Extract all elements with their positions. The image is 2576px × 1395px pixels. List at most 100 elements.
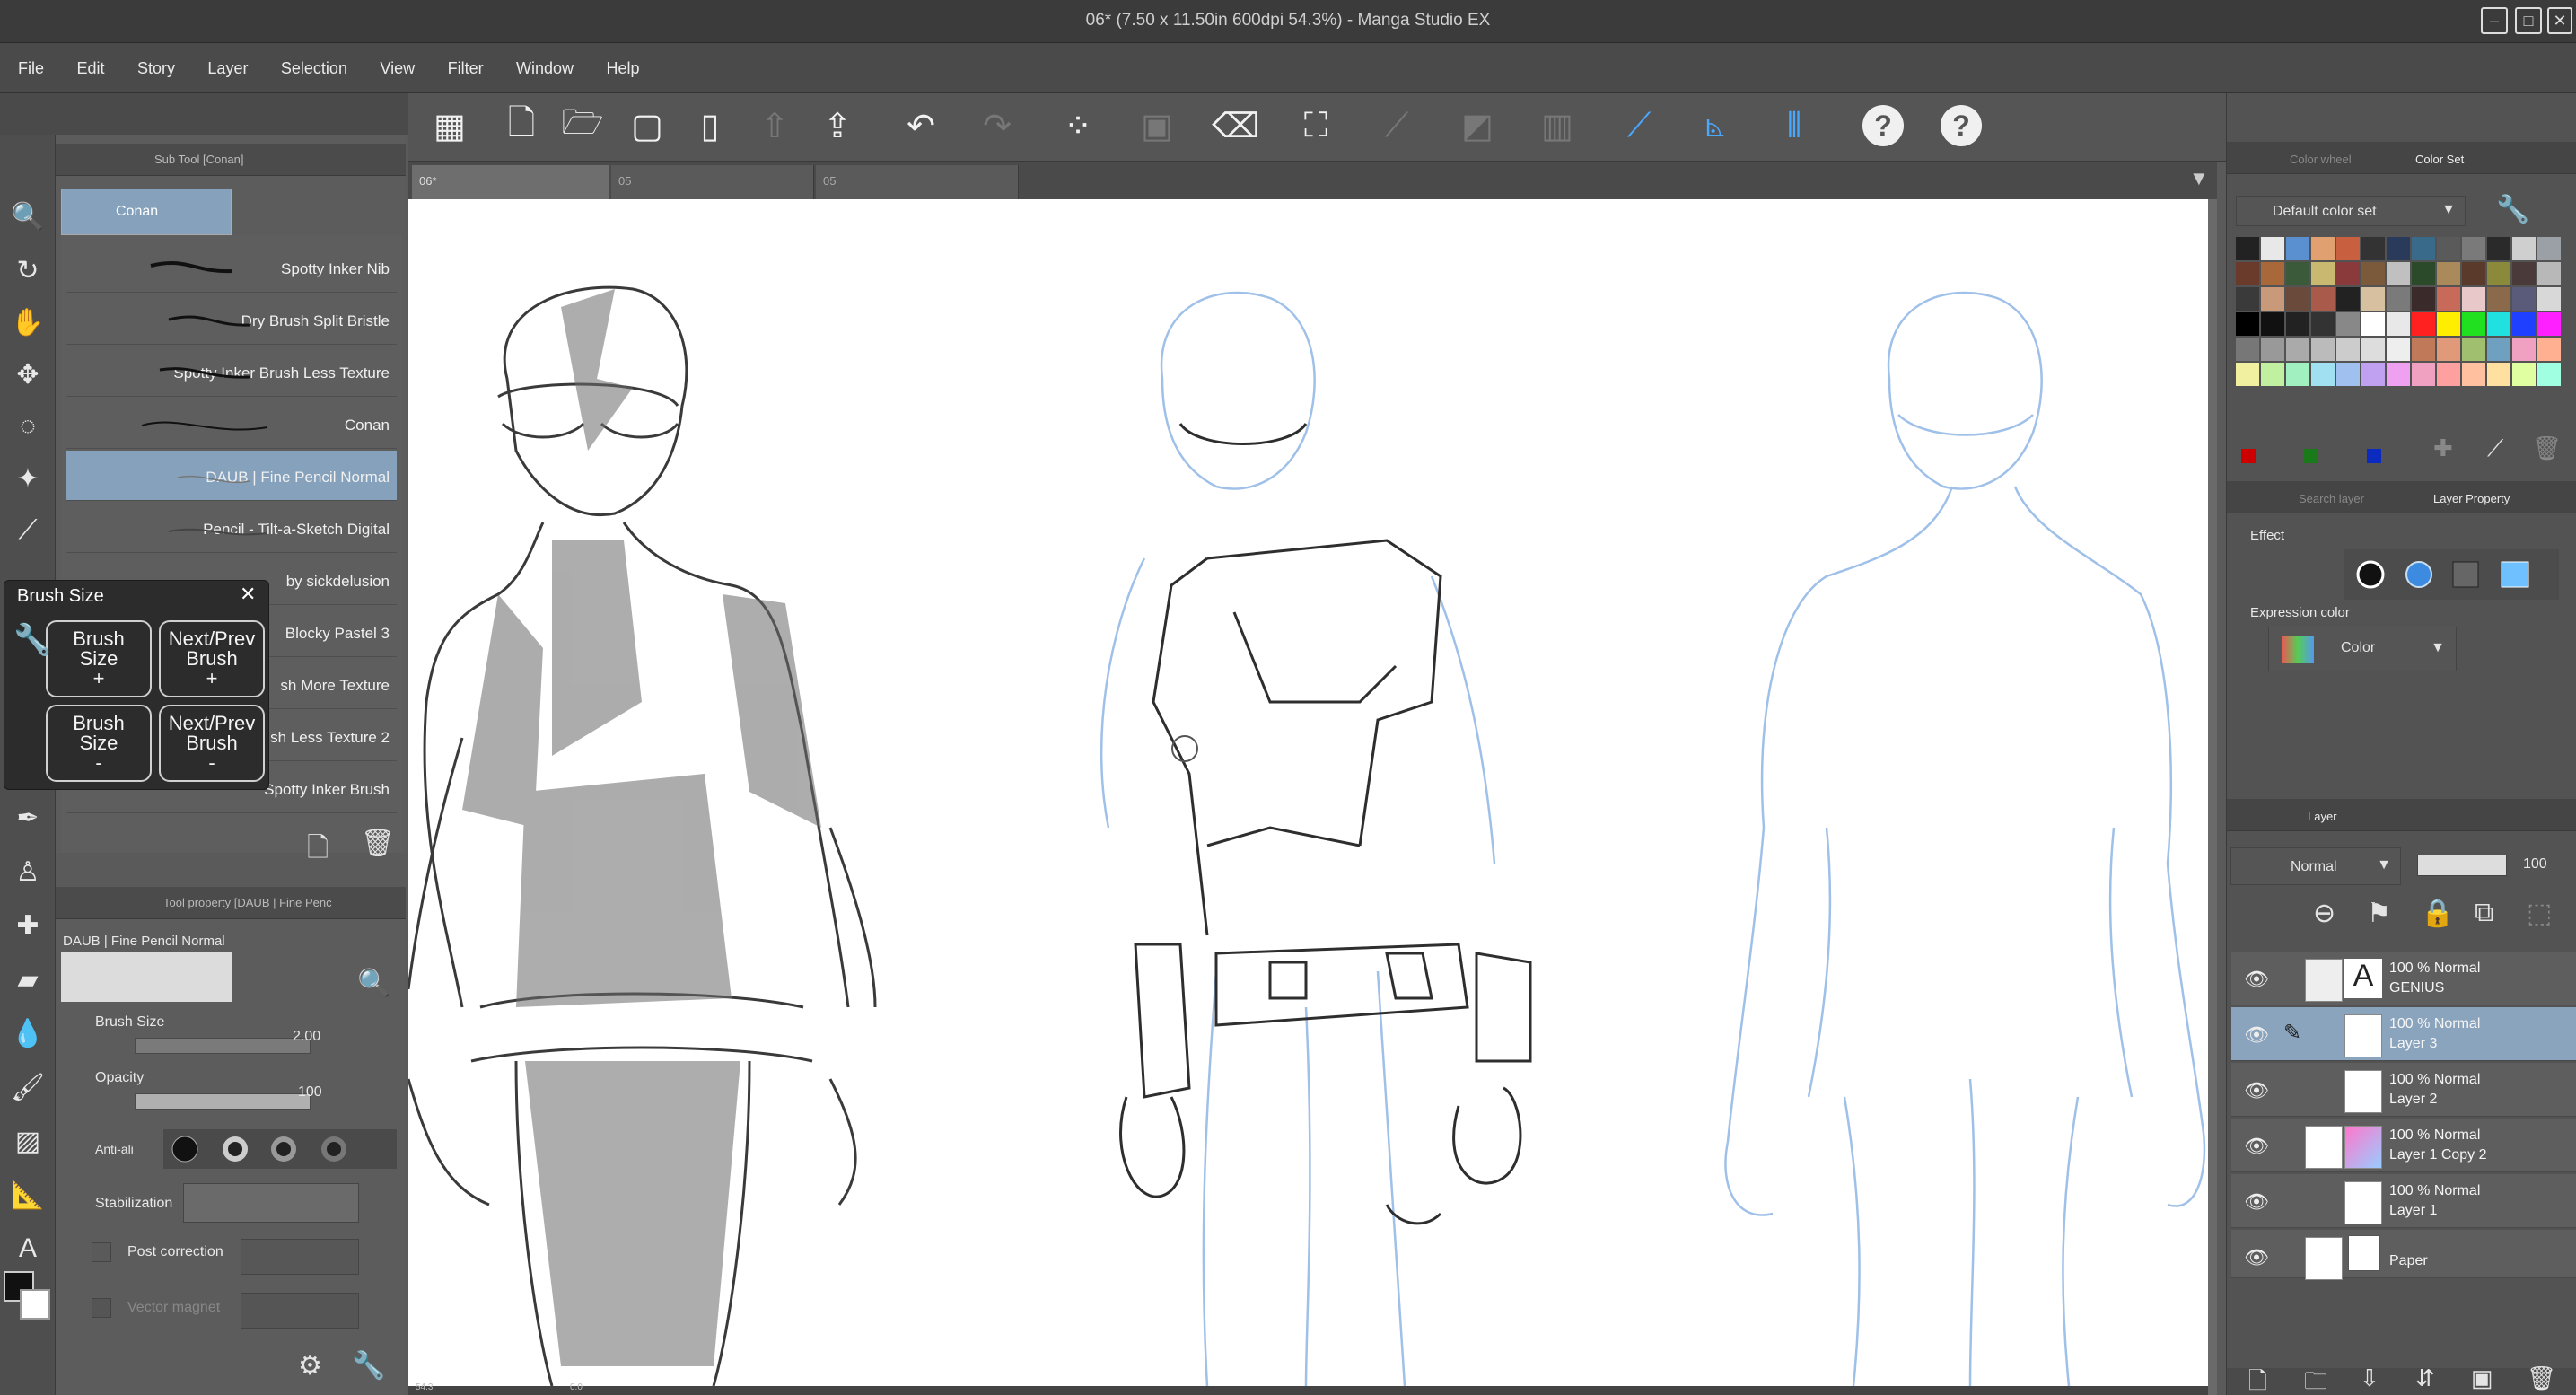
color-swatch[interactable] [2537, 237, 2561, 260]
lock-icon[interactable]: 🔒 [2421, 898, 2454, 929]
color-swatch[interactable] [2487, 363, 2510, 386]
upload-icon[interactable]: ⇪ [814, 102, 861, 149]
color-swatch[interactable] [2261, 312, 2284, 336]
new-sub-tool-icon[interactable]: 🗋 [307, 828, 329, 873]
magnify-icon[interactable]: 🔍 [357, 968, 390, 999]
color-swatch[interactable] [2236, 312, 2259, 336]
prev-brush-button[interactable]: Next/Prev Brush - [159, 705, 265, 782]
color-swatch[interactable] [2462, 338, 2485, 361]
color-swatch[interactable] [2361, 237, 2385, 260]
color-swatch[interactable] [2437, 262, 2460, 285]
redo-icon[interactable]: ↷ [974, 102, 1021, 149]
color-swatch[interactable] [2261, 338, 2284, 361]
ruler-tool-icon[interactable]: 📐 [9, 1176, 47, 1214]
color-swatch[interactable] [2537, 262, 2561, 285]
grid-icon[interactable]: ▦ [426, 102, 473, 149]
color-swatch[interactable] [2512, 338, 2536, 361]
layer-row-layer2[interactable]: 👁 100 % Normal Layer 2 [2231, 1063, 2576, 1117]
tab-doc-05a[interactable]: 05 [611, 165, 814, 199]
tab-layer-property[interactable]: Layer Property [2433, 492, 2510, 505]
color-swatch[interactable] [2261, 287, 2284, 311]
deselect-icon[interactable]: ⁘ [1055, 102, 1101, 149]
expression-color-select[interactable]: Color ▼ [2268, 627, 2457, 671]
transform-icon[interactable]: ⛶ [1292, 102, 1339, 149]
color-swatch[interactable] [2462, 287, 2485, 311]
color-swatch[interactable] [2487, 338, 2510, 361]
color-swatch[interactable] [2286, 363, 2309, 386]
color-swatch[interactable] [2336, 363, 2360, 386]
eye-icon[interactable]: 👁 [2244, 1079, 2269, 1102]
post-correction-checkbox[interactable] [92, 1242, 111, 1262]
clip-icon[interactable]: ⊖ [2313, 898, 2335, 929]
color-swatch[interactable] [2387, 262, 2410, 285]
undo-icon[interactable]: ↶ [898, 102, 944, 149]
transfer-icon[interactable]: ⇵ [2415, 1364, 2435, 1392]
menu-filter[interactable]: Filter [448, 59, 484, 78]
color-swatch[interactable] [2462, 262, 2485, 285]
tabs-dropdown-icon[interactable]: ▼ [2189, 167, 2209, 190]
tab-layer[interactable]: Layer [2308, 810, 2337, 823]
color-swatch[interactable] [2537, 338, 2561, 361]
brush-size-minus-button[interactable]: Brush Size - [46, 705, 152, 782]
color-swatch[interactable] [2512, 312, 2536, 336]
opacity-value[interactable]: 100 [298, 1084, 322, 1101]
tab-color-wheel[interactable]: Color wheel [2290, 153, 2352, 166]
brush-size-plus-button[interactable]: Brush Size + [46, 620, 152, 698]
color-swatch[interactable] [2412, 287, 2435, 311]
color-swatch[interactable] [2261, 237, 2284, 260]
close-button[interactable]: ✕ [2547, 7, 2572, 34]
pen-tool-icon[interactable]: ✒ [9, 799, 47, 837]
color-swatch[interactable] [2286, 287, 2309, 311]
color-swatch[interactable] [2512, 237, 2536, 260]
eyedropper-icon[interactable]: ⟋ [9, 512, 47, 549]
layer-row-paper[interactable]: 👁 Paper [2231, 1230, 2576, 1280]
color-set-settings-icon[interactable]: 🔧 [2496, 194, 2529, 225]
menu-window[interactable]: Window [516, 59, 574, 78]
color-swatch[interactable] [2311, 363, 2335, 386]
color-swatch[interactable] [2487, 237, 2510, 260]
swatch-blue[interactable] [2367, 449, 2381, 463]
eraser-tool-icon[interactable]: ▰ [9, 961, 47, 998]
fill-icon[interactable]: ◩ [1454, 102, 1501, 149]
color-swatch[interactable] [2387, 237, 2410, 260]
layer-row-genius[interactable]: 👁 A 100 % Normal GENIUS [2231, 952, 2576, 1005]
color-swatch[interactable] [2311, 237, 2335, 260]
new-raster-layer-icon[interactable]: 🗋 [2248, 1364, 2267, 1395]
gradient-tool-icon[interactable]: ▨ [9, 1122, 47, 1160]
layer-row-layer1-copy2[interactable]: 👁 100 % Normal Layer 1 Copy 2 [2231, 1119, 2576, 1172]
color-swatch[interactable] [2286, 262, 2309, 285]
popup-close-icon[interactable]: ✕ [240, 583, 256, 606]
color-swatch[interactable] [2236, 338, 2259, 361]
stabilization-control[interactable] [183, 1183, 359, 1223]
rotate-tool-icon[interactable]: ↻ [9, 251, 47, 289]
frame-icon[interactable]: ▥ [1534, 102, 1581, 149]
color-swatch[interactable] [2361, 287, 2385, 311]
color-swatch[interactable] [2236, 262, 2259, 285]
color-swatch[interactable] [2236, 237, 2259, 260]
color-swatch[interactable] [2462, 237, 2485, 260]
color-swatch[interactable] [2236, 287, 2259, 311]
color-swatch[interactable] [2361, 363, 2385, 386]
page-icon[interactable]: ▯ [687, 102, 733, 149]
zoom-tool-icon[interactable]: 🔍 [9, 197, 47, 235]
reference-icon[interactable]: ⚑ [2367, 898, 2391, 929]
color-swatch[interactable] [2412, 363, 2435, 386]
color-swatch[interactable] [2311, 262, 2335, 285]
help-mode-icon[interactable]: ? [1941, 105, 1982, 146]
post-correction-control[interactable] [241, 1239, 359, 1275]
move-tool-icon[interactable]: ✥ [9, 355, 47, 393]
antialias-options[interactable] [163, 1129, 397, 1169]
add-color-icon[interactable]: ✚ [2433, 434, 2453, 462]
color-swatch[interactable] [2336, 338, 2360, 361]
opacity-slider[interactable] [135, 1093, 311, 1110]
swatch-green[interactable] [2304, 449, 2318, 463]
color-swatch[interactable] [2236, 363, 2259, 386]
color-swatch[interactable] [2512, 287, 2536, 311]
color-swatch[interactable] [2537, 312, 2561, 336]
ruler-snap-icon[interactable]: ⟋ [1616, 102, 1662, 149]
color-swatch[interactable] [2387, 287, 2410, 311]
color-swatch[interactable] [2412, 312, 2435, 336]
color-swatch[interactable] [2462, 363, 2485, 386]
select-all-icon[interactable]: ▣ [1134, 102, 1180, 149]
minimize-button[interactable]: – [2481, 7, 2508, 34]
